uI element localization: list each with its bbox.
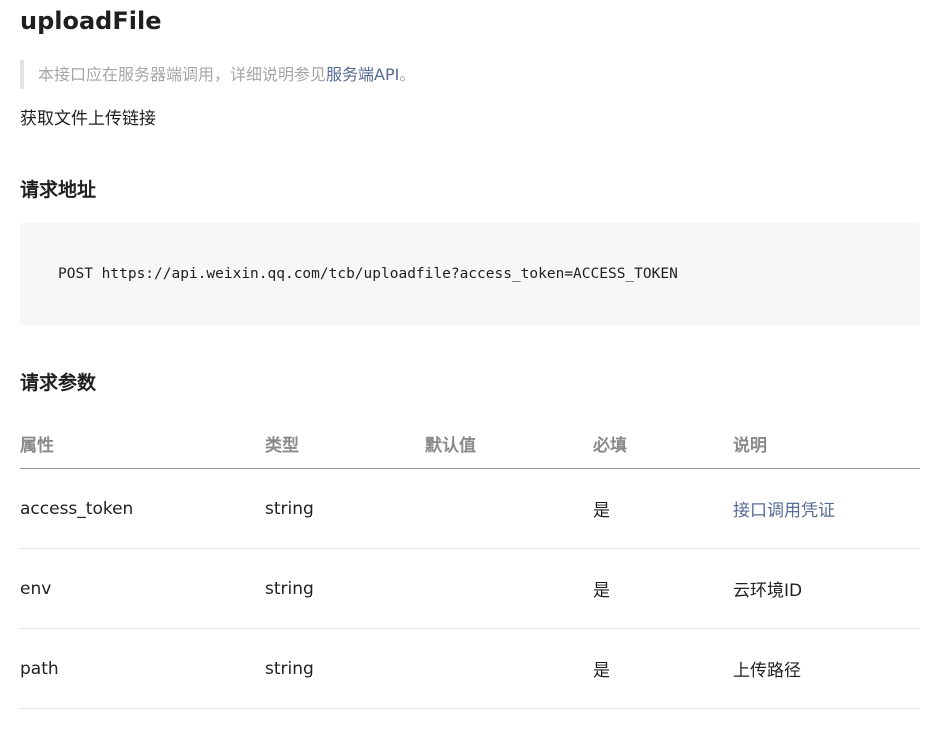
param-name: access_token <box>20 468 265 549</box>
server-api-link[interactable]: 服务端API <box>326 65 399 84</box>
param-description: 接口调用凭证 <box>733 468 920 549</box>
column-header-required: 必填 <box>593 418 733 469</box>
table-row: access_token string 是 接口调用凭证 <box>20 468 920 549</box>
param-default <box>425 468 593 549</box>
notice-text: 本接口应在服务器端调用，详细说明参见 <box>38 65 327 84</box>
column-header-description: 说明 <box>733 418 920 469</box>
param-required: 是 <box>593 628 733 709</box>
param-type: string <box>265 628 425 709</box>
page-title: uploadFile <box>20 7 162 35</box>
request-url-heading: 请求地址 <box>20 179 97 201</box>
param-default <box>425 628 593 709</box>
column-header-type: 类型 <box>265 418 425 469</box>
request-params-table: 属性 类型 默认值 必填 说明 access_token string 是 接口… <box>20 418 920 709</box>
request-params-heading: 请求参数 <box>20 372 97 394</box>
table-row: env string 是 云环境ID <box>20 548 920 629</box>
param-required: 是 <box>593 548 733 629</box>
table-header-row: 属性 类型 默认值 必填 说明 <box>20 418 920 469</box>
request-url-code-block: POST https://api.weixin.qq.com/tcb/uploa… <box>20 223 920 326</box>
column-header-name: 属性 <box>20 418 265 469</box>
param-type: string <box>265 468 425 549</box>
api-description: 获取文件上传链接 <box>20 109 156 129</box>
param-description: 云环境ID <box>733 548 920 629</box>
server-side-notice: 本接口应在服务器端调用，详细说明参见服务端API。 <box>20 60 415 89</box>
param-required: 是 <box>593 468 733 549</box>
column-header-default: 默认值 <box>425 418 593 469</box>
param-default <box>425 548 593 629</box>
param-type: string <box>265 548 425 629</box>
access-token-doc-link[interactable]: 接口调用凭证 <box>733 501 835 521</box>
table-row: path string 是 上传路径 <box>20 628 920 709</box>
notice-suffix: 。 <box>399 65 416 84</box>
param-description: 上传路径 <box>733 628 920 709</box>
param-name: path <box>20 628 265 709</box>
param-name: env <box>20 548 265 629</box>
